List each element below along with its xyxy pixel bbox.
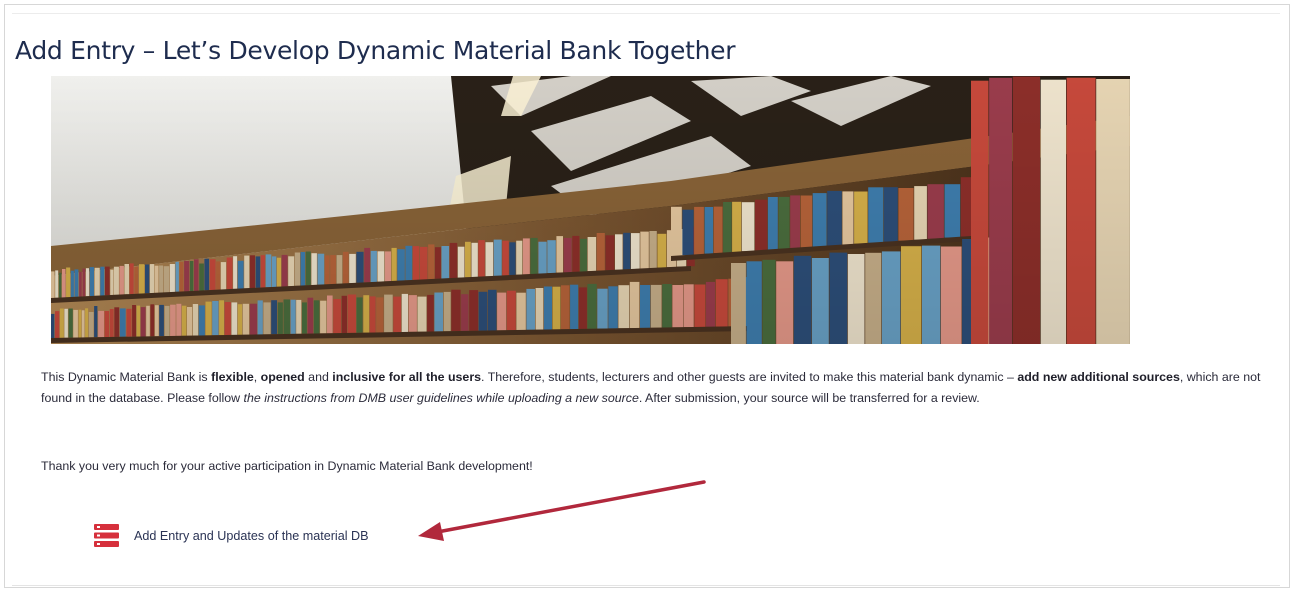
intro-text-6: . After submission, your source will be … — [638, 391, 980, 405]
database-list-icon — [93, 522, 120, 549]
banner-image — [51, 76, 1130, 344]
intro-bold-flexible: flexible — [211, 370, 254, 384]
intro-guidelines-italic: the instructions from DMB user guideline… — [243, 391, 639, 405]
add-entry-link[interactable]: Add Entry and Updates of the material DB — [93, 522, 369, 549]
add-entry-label: Add Entry and Updates of the material DB — [134, 528, 369, 543]
top-divider — [12, 13, 1280, 14]
intro-paragraph: This Dynamic Material Bank is flexible, … — [41, 367, 1271, 409]
intro-bold-inclusive: inclusive for all the users — [332, 370, 482, 384]
intro-text-2: , — [253, 370, 261, 384]
intro-bold-opened: opened — [260, 370, 305, 384]
page-title: Add Entry – Let’s Develop Dynamic Materi… — [15, 36, 736, 65]
intro-text-1: This Dynamic Material Bank is — [41, 370, 212, 384]
intro-text-3: and — [304, 370, 333, 384]
intro-text-4: . Therefore, students, lecturers and oth… — [481, 370, 1018, 384]
bottom-divider — [12, 585, 1280, 586]
thanks-text: Thank you very much for your active part… — [41, 459, 533, 473]
intro-bold-add-sources: add new additional sources — [1017, 370, 1180, 384]
